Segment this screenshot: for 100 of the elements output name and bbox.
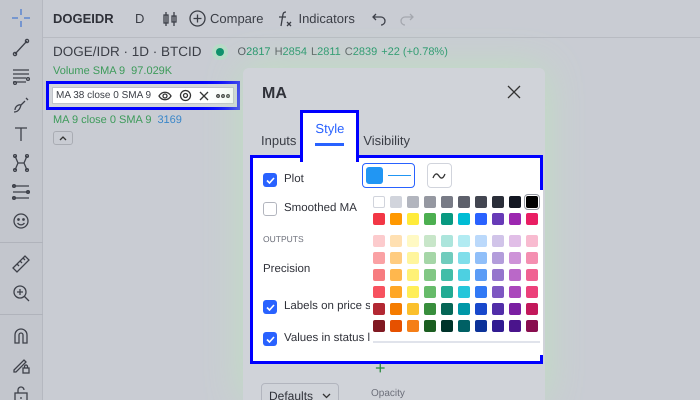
color-swatch[interactable] bbox=[492, 213, 504, 225]
close-icon[interactable] bbox=[507, 85, 521, 99]
color-swatch[interactable] bbox=[475, 303, 487, 315]
color-swatch[interactable] bbox=[458, 235, 470, 247]
tab[interactable]: Inputs bbox=[261, 110, 296, 162]
indicators-button[interactable]: Indicators bbox=[277, 8, 355, 28]
color-swatch[interactable] bbox=[373, 286, 385, 298]
color-swatch[interactable] bbox=[492, 303, 504, 315]
color-swatch[interactable] bbox=[407, 213, 419, 225]
checkbox[interactable] bbox=[263, 300, 277, 314]
color-swatch[interactable] bbox=[492, 286, 504, 298]
collapse-button[interactable] bbox=[53, 131, 73, 145]
color-swatch[interactable] bbox=[424, 213, 436, 225]
color-swatch[interactable] bbox=[390, 269, 402, 281]
defaults-dropdown[interactable]: Defaults bbox=[261, 383, 339, 400]
color-swatch[interactable] bbox=[441, 213, 453, 225]
color-swatch[interactable] bbox=[407, 320, 419, 332]
crosshair-icon[interactable] bbox=[11, 8, 31, 28]
color-swatch[interactable] bbox=[509, 213, 521, 225]
color-swatch[interactable] bbox=[526, 320, 538, 332]
color-swatch[interactable] bbox=[390, 235, 402, 247]
color-swatch[interactable] bbox=[390, 320, 402, 332]
checkbox[interactable] bbox=[263, 173, 277, 187]
color-swatch[interactable] bbox=[373, 213, 385, 225]
color-swatch[interactable] bbox=[492, 320, 504, 332]
color-swatch[interactable] bbox=[373, 303, 385, 315]
color-swatch[interactable] bbox=[390, 252, 402, 264]
color-swatch[interactable] bbox=[475, 320, 487, 332]
candlestick-icon[interactable] bbox=[161, 10, 179, 28]
study-legend-row[interactable]: MA 38 close 0 SMA 9 bbox=[52, 87, 234, 104]
color-swatch[interactable] bbox=[424, 269, 436, 281]
interval-button[interactable]: D bbox=[135, 8, 157, 28]
color-swatch[interactable] bbox=[458, 303, 470, 315]
color-swatch[interactable] bbox=[526, 252, 538, 264]
color-swatch[interactable] bbox=[526, 269, 538, 281]
color-swatch[interactable] bbox=[441, 286, 453, 298]
color-swatch[interactable] bbox=[390, 286, 402, 298]
color-swatch[interactable] bbox=[441, 320, 453, 332]
color-swatch[interactable] bbox=[475, 269, 487, 281]
color-swatch[interactable] bbox=[509, 286, 521, 298]
zoom-in-icon[interactable] bbox=[11, 283, 31, 303]
color-swatch[interactable] bbox=[441, 252, 453, 264]
more-icon[interactable] bbox=[216, 92, 230, 98]
color-swatch[interactable] bbox=[475, 213, 487, 225]
color-swatch[interactable] bbox=[458, 213, 470, 225]
settings-icon[interactable] bbox=[179, 89, 192, 102]
color-swatch[interactable] bbox=[509, 303, 521, 315]
color-swatch[interactable] bbox=[458, 252, 470, 264]
brush-icon[interactable] bbox=[11, 95, 31, 115]
color-swatch[interactable] bbox=[441, 269, 453, 281]
color-swatch[interactable] bbox=[509, 235, 521, 247]
color-swatch[interactable] bbox=[458, 286, 470, 298]
color-swatch[interactable] bbox=[526, 235, 538, 247]
color-swatch[interactable] bbox=[441, 196, 453, 208]
color-swatch[interactable] bbox=[509, 196, 521, 208]
color-swatch[interactable] bbox=[526, 213, 538, 225]
color-swatch[interactable] bbox=[390, 196, 402, 208]
color-swatch[interactable] bbox=[407, 269, 419, 281]
color-swatch[interactable] bbox=[373, 320, 385, 332]
color-swatch[interactable] bbox=[475, 286, 487, 298]
color-swatch[interactable] bbox=[458, 320, 470, 332]
color-swatch[interactable] bbox=[509, 269, 521, 281]
color-swatch[interactable] bbox=[424, 303, 436, 315]
symbol-name[interactable]: DOGEIDR bbox=[53, 8, 131, 28]
color-swatch[interactable] bbox=[441, 235, 453, 247]
color-swatch[interactable] bbox=[373, 235, 385, 247]
trend-line-icon[interactable] bbox=[11, 37, 31, 57]
color-swatch[interactable] bbox=[407, 286, 419, 298]
node-path-icon[interactable] bbox=[11, 153, 31, 173]
compare-button[interactable]: Compare bbox=[189, 8, 264, 28]
color-swatch[interactable] bbox=[526, 286, 538, 298]
color-swatch[interactable] bbox=[492, 235, 504, 247]
plus-circle-icon[interactable] bbox=[189, 10, 206, 27]
color-swatch[interactable] bbox=[475, 196, 487, 208]
color-swatch[interactable] bbox=[407, 303, 419, 315]
checkbox[interactable] bbox=[263, 202, 277, 216]
color-swatch[interactable] bbox=[492, 196, 504, 208]
color-swatch[interactable] bbox=[492, 252, 504, 264]
color-swatch[interactable] bbox=[373, 196, 385, 208]
color-swatch[interactable] bbox=[458, 269, 470, 281]
color-swatch[interactable] bbox=[373, 252, 385, 264]
color-swatch[interactable] bbox=[526, 196, 538, 208]
color-swatch[interactable] bbox=[509, 320, 521, 332]
ruler-icon[interactable] bbox=[11, 254, 31, 274]
color-picker-button[interactable] bbox=[362, 163, 415, 188]
eye-icon[interactable] bbox=[158, 90, 172, 102]
tab[interactable]: Visibility bbox=[363, 110, 410, 162]
close-icon[interactable] bbox=[199, 90, 210, 100]
function-icon[interactable] bbox=[277, 10, 294, 27]
color-swatch[interactable] bbox=[424, 320, 436, 332]
color-swatch[interactable] bbox=[526, 303, 538, 315]
color-swatch[interactable] bbox=[390, 213, 402, 225]
checkbox[interactable] bbox=[263, 332, 277, 346]
color-swatch[interactable] bbox=[509, 252, 521, 264]
color-swatch[interactable] bbox=[407, 235, 419, 247]
color-swatch[interactable] bbox=[424, 235, 436, 247]
color-swatch[interactable] bbox=[424, 252, 436, 264]
color-swatch[interactable] bbox=[475, 235, 487, 247]
undo-icon[interactable] bbox=[370, 10, 387, 26]
color-swatch[interactable] bbox=[475, 252, 487, 264]
